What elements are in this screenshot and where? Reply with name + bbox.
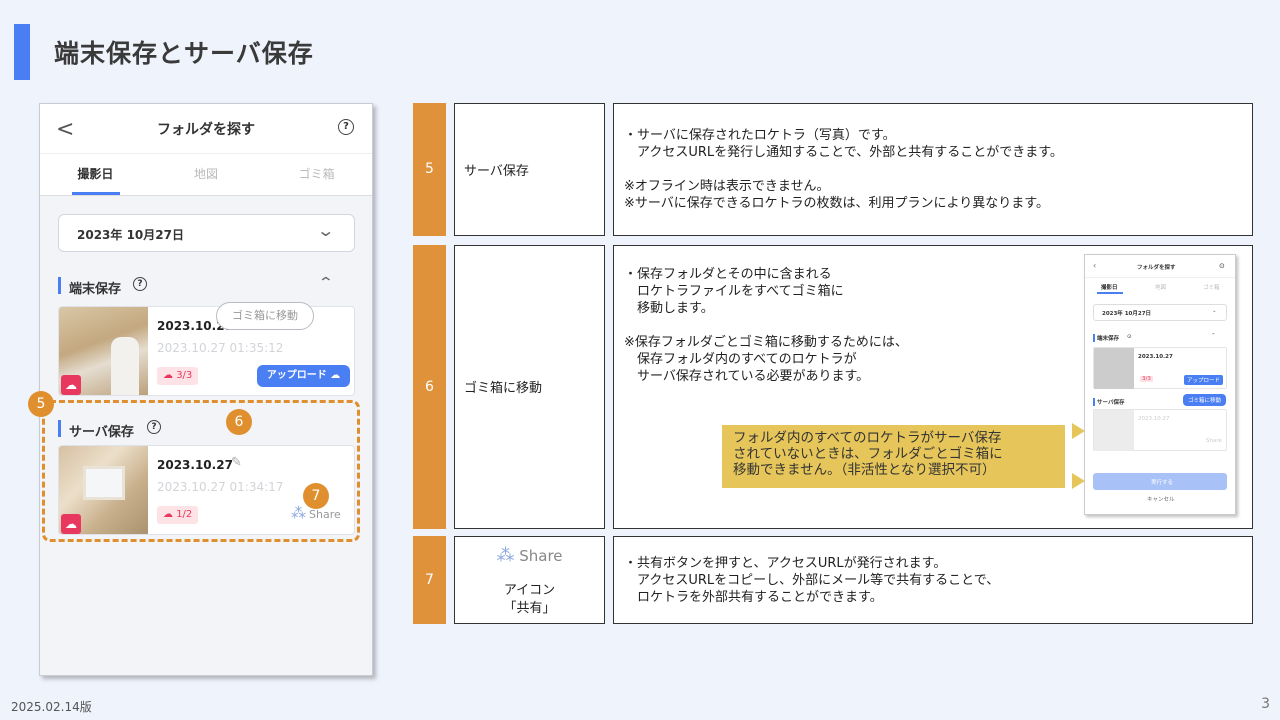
section-bar [58,277,61,294]
row-label: サーバ保存 [464,164,529,179]
upload-count-badge: ☁ 3/3 [157,367,199,385]
mini-screenshot: ‹ フォルダを探す ⊙ 撮影日 地図 ゴミ箱 2023年 10月27日 ⌄ 端末… [1084,254,1236,515]
tab-map[interactable]: 地図 [151,154,262,195]
badge-7: 7 [303,483,329,509]
row-description: ・サーバに保存されたロケトラ（写真）です。 アクセスURLを発行し通知することで… [624,128,1063,211]
chevron-up-icon: ⌃ [1211,333,1216,339]
local-section-label: 端末保存 [69,282,122,297]
row-label: ゴミ箱に移動 [464,381,543,396]
section-bar [1093,334,1095,342]
mini-title: フォルダを探す [1137,265,1176,271]
mini-count: 3/3 [1140,376,1153,382]
row-description: ・共有ボタンを押すと、アクセスURLが発行されます。 アクセスURLをコピーし、… [624,556,1000,605]
back-icon: ‹ [1093,261,1097,270]
mini-execute-button: 実行する [1093,473,1227,490]
help-icon[interactable]: ? [338,119,354,135]
callout-text: フォルダ内のすべてのロケトラがサーバ保存 されていないときは、フォルダごとゴミ箱… [733,430,1003,478]
share-text: Share [519,547,563,565]
row-number: 7 [413,536,446,624]
move-to-trash-button[interactable]: ゴミ箱に移動 [216,302,314,330]
chevron-down-icon: ⌄ [315,221,335,240]
badge-6: 6 [226,409,252,435]
date-select[interactable]: 2023年 10月27日 ⌄ [58,214,355,252]
card-time: 2023.10.27 01:35:12 [157,341,284,355]
section-bar [1093,398,1095,406]
icon-label: アイコン [503,583,556,598]
version-label: 2025.02.14版 [11,700,92,714]
title-accent-bar [14,24,30,80]
tab-shooting-date[interactable]: 撮影日 [40,154,151,195]
date-value: 2023年 10月27日 [77,228,184,242]
help-icon[interactable]: ? [133,277,147,291]
mini-execute: 実行する [1151,480,1174,486]
mini-share: Share [1206,438,1222,444]
mini-date: 2023年 10月27日 [1102,311,1152,317]
mini-date-select: 2023年 10月27日 ⌄ [1093,304,1227,321]
tab-underline [72,192,120,195]
phone-title: フォルダを探す [157,122,255,138]
mini-tab-trash: ゴミ箱 [1203,285,1220,291]
upload-button[interactable]: アップロード ☁ [257,365,350,387]
share-icon-label: ⁂ Share [455,545,604,566]
row-label-cell: ⁂ Share アイコン 「共有」 [454,536,605,624]
help-icon: ⊙ [1127,334,1132,340]
row-desc-cell: ・共有ボタンを押すと、アクセスURLが発行されます。 アクセスURLをコピーし、… [613,536,1253,624]
tab-trash[interactable]: ゴミ箱 [261,154,372,195]
badge-5: 5 [28,391,54,417]
page-title: 端末保存とサーバ保存 [54,39,314,68]
mini-local: 端末保存 [1097,336,1120,342]
mini-upload: アップロード [1184,375,1224,385]
tab-underline [1097,292,1123,294]
mini-card: 2023.10.27 3/3 アップロード [1093,347,1227,389]
row-number: 6 [413,245,446,529]
photo-thumbnail: ☁ [59,307,148,395]
share-caption: 「共有」 [503,601,556,616]
callout-note: フォルダ内のすべてのロケトラがサーバ保存 されていないときは、フォルダごとゴミ箱… [722,425,1065,488]
mini-cancel: キャンセル [1147,497,1175,503]
photo-thumbnail [1094,348,1134,389]
mini-tab: 撮影日 [1101,285,1118,291]
cloud-icon: ☁ [61,375,81,395]
mini-card: 2023.10.27 Share [1093,409,1227,451]
chevron-up-icon[interactable]: ⌃ [318,275,334,291]
upload-label: アップロード [266,370,327,381]
row-desc-cell: ・サーバに保存されたロケトラ（写真）です。 アクセスURLを発行し通知することで… [613,103,1253,236]
chevron-down-icon: ⌄ [1212,308,1217,314]
mini-server: サーバ保存 [1097,400,1125,406]
photo-thumbnail [1094,410,1134,451]
phone-mockup: < フォルダを探す ? 撮影日 地図 ゴミ箱 2023年 10月27日 ⌄ 端末… [39,103,373,676]
phone-header: < フォルダを探す ? [40,104,372,154]
mini-trash: ゴミ箱に移動 [1183,394,1227,406]
mini-card-date: 2023.10.27 [1138,354,1173,360]
share-icon: ⁂ [496,545,515,566]
row-number: 5 [413,103,446,236]
mini-card2-date: 2023.10.27 [1138,416,1170,422]
help-icon: ⊙ [1219,262,1225,270]
page-number: 3 [1261,696,1270,712]
worker-figure [111,337,139,395]
row-description: ・保存フォルダとその中に含まれる ロケトラファイルをすべてゴミ箱に 移動します。… [624,267,908,384]
mini-tab-map: 地図 [1155,285,1167,291]
count-text: 3/3 [176,370,193,381]
server-section-highlight [42,400,360,542]
row-label-cell: サーバ保存 [454,103,605,236]
row-label-cell: ゴミ箱に移動 [454,245,605,529]
phone-tabs: 撮影日 地図 ゴミ箱 [40,154,372,196]
divider [1085,277,1235,278]
